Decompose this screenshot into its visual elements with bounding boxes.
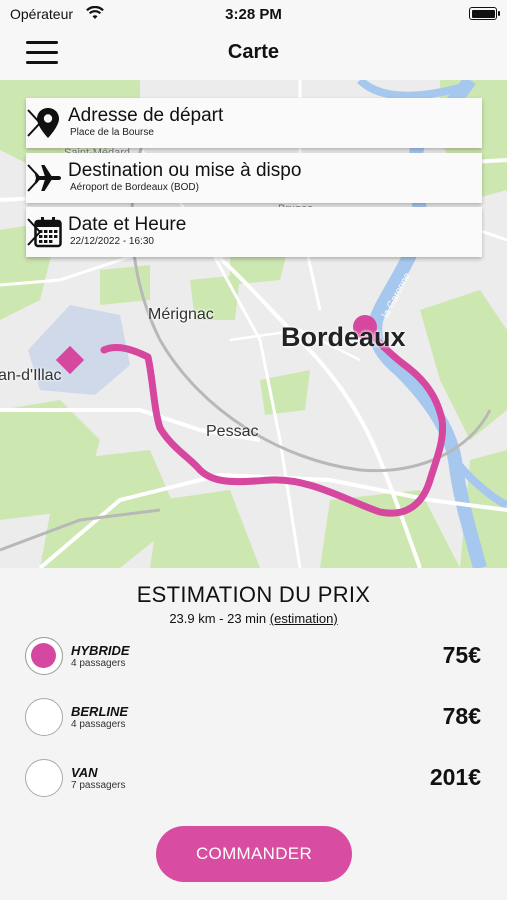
option-price: 78€: [442, 703, 481, 729]
option-berline[interactable]: BERLINE 4 passagers 78€: [25, 696, 485, 738]
status-bar: Opérateur 3:28 PM: [0, 0, 507, 28]
datetime-title: Date et Heure: [68, 214, 187, 235]
battery-icon: [469, 7, 500, 20]
map-label-illac: an-d'Illac: [0, 367, 62, 384]
pricing-panel: ESTIMATION DU PRIX 23.9 km - 23 min (est…: [0, 568, 507, 900]
destination-value: Aéroport de Bordeaux (BOD): [70, 182, 199, 193]
option-capacity: 4 passagers: [71, 658, 126, 669]
destination-card[interactable]: Destination ou mise à dispo Aéroport de …: [26, 153, 482, 203]
departure-value: Place de la Bourse: [70, 127, 154, 138]
map-label-merignac: Mérignac: [148, 306, 214, 323]
radio-selected-dot: [31, 643, 56, 668]
datetime-card[interactable]: Date et Heure 22/12/2022 - 16:30: [26, 207, 482, 257]
pricing-summary: 23.9 km - 23 min (estimation): [0, 611, 507, 626]
destination-title: Destination ou mise à dispo: [68, 160, 302, 181]
map-view[interactable]: Saint-Médard Bruges Mérignac Pessac an-d…: [0, 80, 507, 568]
clock: 3:28 PM: [225, 6, 282, 23]
nav-bar: Carte: [0, 28, 507, 80]
option-name: VAN: [71, 765, 98, 780]
option-capacity: 7 passagers: [71, 780, 126, 791]
option-name: BERLINE: [71, 704, 129, 719]
map-label-bordeaux: Bordeaux: [281, 322, 406, 352]
pricing-title: ESTIMATION DU PRIX: [136, 582, 371, 607]
radio-van[interactable]: [25, 759, 63, 797]
chevron-right-icon: [27, 218, 42, 246]
distance-duration: 23.9 km - 23 min: [169, 611, 267, 626]
option-hybride[interactable]: HYBRIDE 4 passagers 75€: [25, 635, 485, 677]
estimate-link[interactable]: (estimation): [270, 611, 338, 626]
order-button[interactable]: COMMANDER: [156, 826, 352, 882]
radio-berline[interactable]: [25, 698, 63, 736]
option-van[interactable]: VAN 7 passagers 201€: [25, 757, 485, 799]
page-title: Carte: [227, 41, 280, 63]
map-label-pessac: Pessac: [206, 423, 259, 440]
option-price: 75€: [442, 642, 481, 668]
chevron-right-icon: [27, 109, 42, 137]
chevron-right-icon: [27, 164, 42, 192]
option-capacity: 4 passagers: [71, 719, 126, 730]
datetime-value: 22/12/2022 - 16:30: [70, 236, 154, 247]
departure-title: Adresse de départ: [68, 105, 224, 126]
radio-hybride[interactable]: [25, 637, 63, 675]
departure-card[interactable]: Adresse de départ Place de la Bourse: [26, 98, 482, 148]
option-name: HYBRIDE: [71, 643, 130, 658]
option-price: 201€: [429, 764, 481, 790]
